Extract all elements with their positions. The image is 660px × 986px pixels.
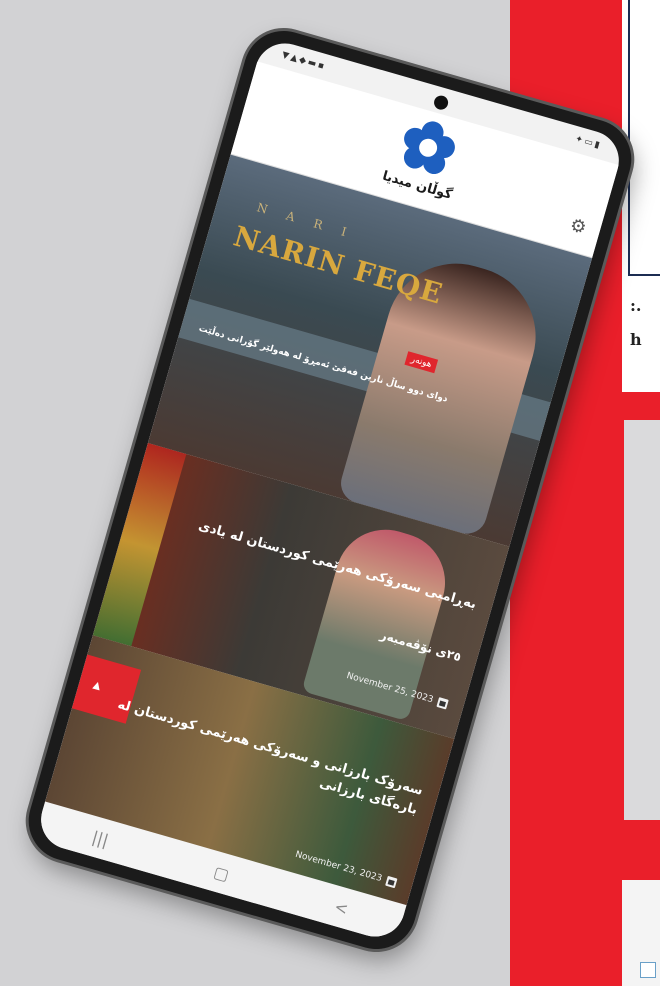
grey-side-panel (624, 420, 660, 820)
panel-frame (628, 0, 660, 276)
background-text-line2: h (630, 330, 642, 349)
recent-apps-button[interactable]: ||| (90, 827, 111, 850)
calendar-icon (385, 875, 398, 889)
status-icons-right: ✦▭▮ (573, 134, 603, 152)
back-button[interactable]: < (332, 896, 350, 918)
status-icons-left: ▼▲◆▬▪ (280, 50, 328, 73)
checkbox-square (640, 962, 656, 978)
kurdistan-flag-image (92, 442, 187, 647)
background-text-line1: :. (630, 296, 642, 315)
calendar-icon (436, 697, 449, 710)
home-button[interactable]: ▢ (212, 862, 232, 884)
red-footer-strip (570, 820, 660, 856)
